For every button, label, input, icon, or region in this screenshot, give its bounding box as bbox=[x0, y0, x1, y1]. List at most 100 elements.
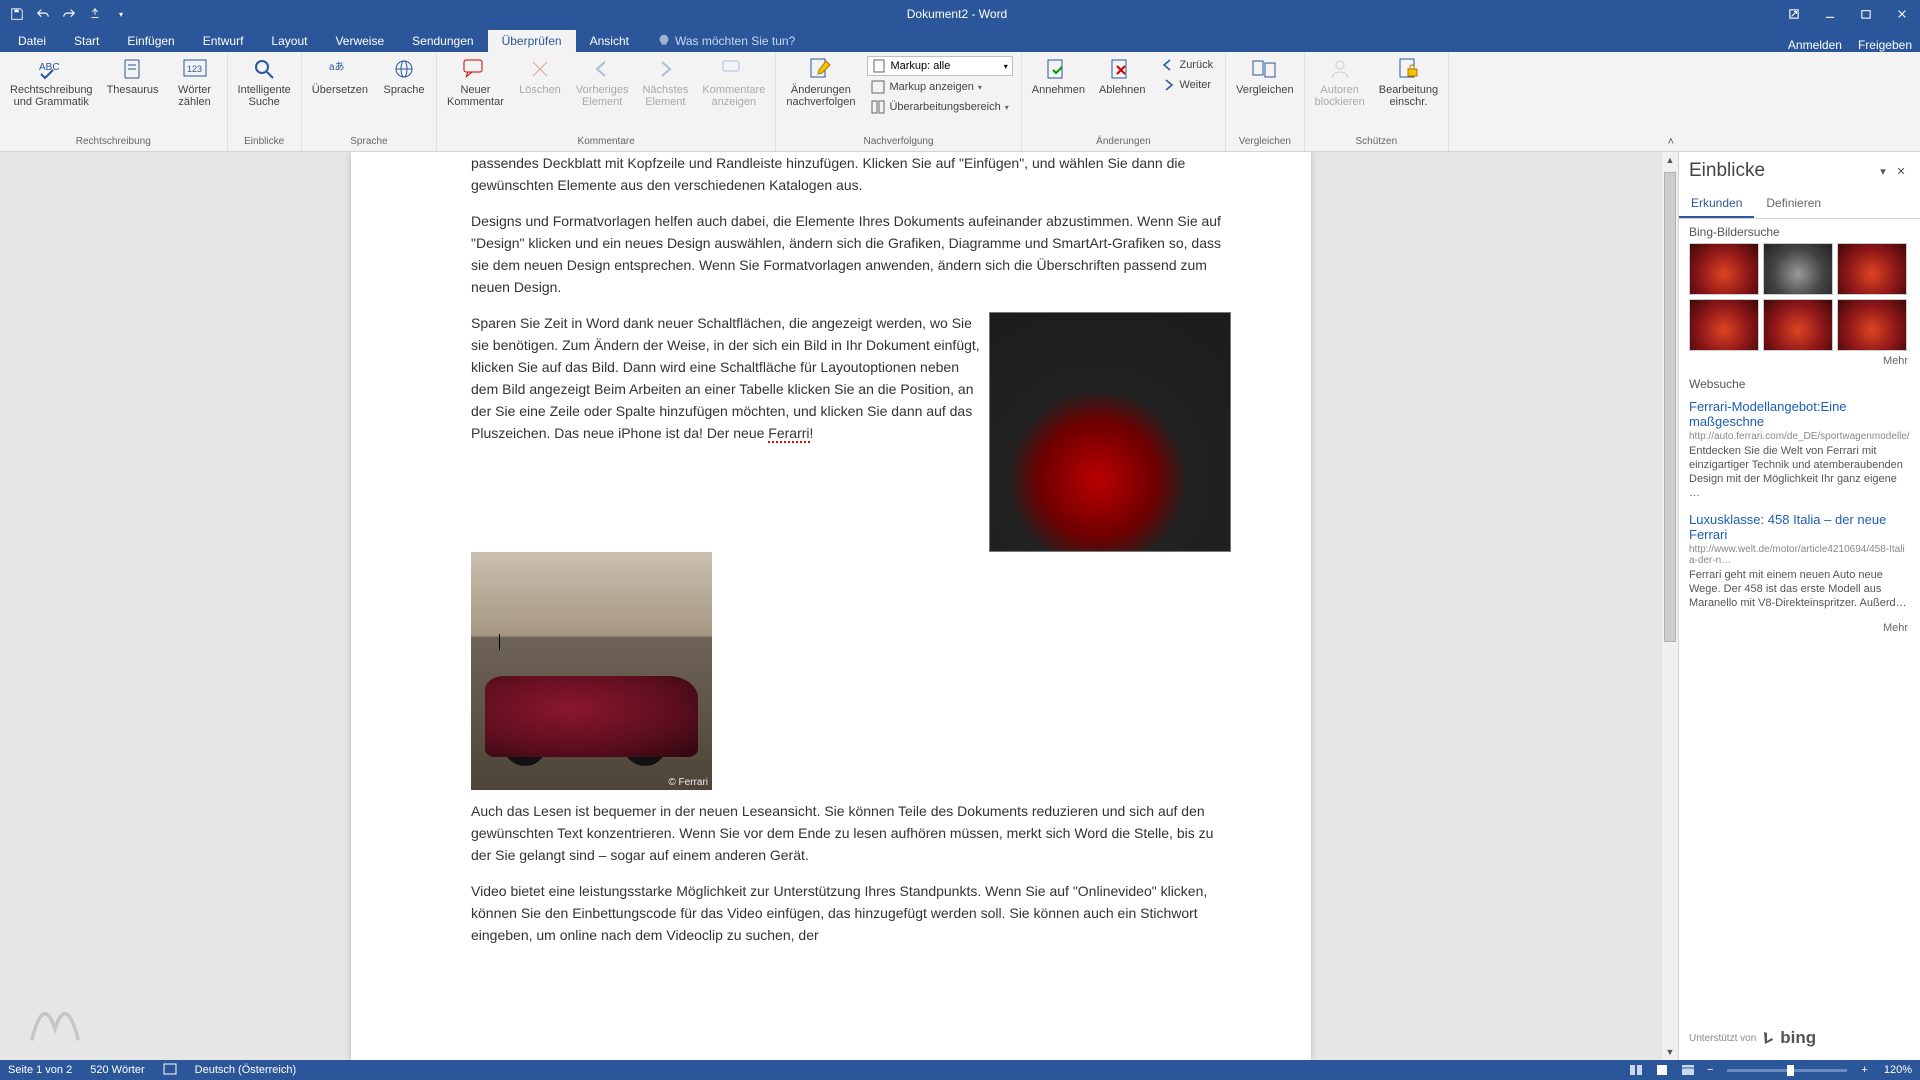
doc-icon bbox=[872, 59, 886, 73]
next-change-button[interactable]: Weiter bbox=[1157, 76, 1217, 94]
status-spellcheck-icon[interactable] bbox=[163, 1063, 177, 1078]
status-word-count[interactable]: 520 Wörter bbox=[90, 1064, 144, 1076]
group-label-rechtschreibung: Rechtschreibung bbox=[76, 135, 151, 149]
language-button[interactable]: Sprache bbox=[376, 54, 432, 98]
tell-me-search[interactable]: Was möchten Sie tun? bbox=[649, 30, 803, 52]
collapse-ribbon-icon[interactable]: ˄ bbox=[1668, 136, 1674, 148]
signin-link[interactable]: Anmelden bbox=[1788, 38, 1842, 52]
insights-pane: Einblicke ▾ ✕ Erkunden Definieren Bing-B… bbox=[1678, 152, 1920, 1060]
tab-entwurf[interactable]: Entwurf bbox=[189, 30, 258, 52]
read-mode-icon[interactable] bbox=[1625, 1061, 1647, 1079]
paragraph[interactable]: Auch das Lesen ist bequemer in der neuen… bbox=[471, 800, 1231, 866]
tab-sendungen[interactable]: Sendungen bbox=[398, 30, 487, 52]
more-web-link[interactable]: Mehr bbox=[1679, 618, 1920, 638]
web-layout-icon[interactable] bbox=[1677, 1061, 1699, 1079]
status-language[interactable]: Deutsch (Österreich) bbox=[195, 1064, 296, 1076]
touch-mode-icon[interactable] bbox=[84, 3, 106, 25]
lightbulb-icon bbox=[657, 34, 671, 48]
pane-close-icon[interactable]: ✕ bbox=[1892, 165, 1910, 178]
bing-logo-text: bing bbox=[1780, 1028, 1816, 1048]
show-comments-button[interactable]: Kommentare anzeigen bbox=[696, 54, 771, 110]
group-label-vergleichen: Vergleichen bbox=[1239, 135, 1291, 149]
web-result-url: http://auto.ferrari.com/de_DE/sportwagen… bbox=[1689, 431, 1910, 442]
display-for-review-dropdown[interactable]: Markup: alle ▾ bbox=[867, 56, 1012, 76]
more-images-link[interactable]: Mehr bbox=[1679, 351, 1920, 371]
print-layout-icon[interactable] bbox=[1651, 1061, 1673, 1079]
status-bar: Seite 1 von 2 520 Wörter Deutsch (Österr… bbox=[0, 1060, 1920, 1080]
zoom-in-icon[interactable]: + bbox=[1857, 1064, 1871, 1076]
insights-tab-define[interactable]: Definieren bbox=[1754, 190, 1833, 218]
spelling-grammar-button[interactable]: ABC Rechtschreibung und Grammatik bbox=[4, 54, 99, 110]
image-result[interactable] bbox=[1837, 243, 1907, 295]
image-result[interactable] bbox=[1763, 243, 1833, 295]
image-result[interactable] bbox=[1763, 299, 1833, 351]
display-for-review-value: Markup: alle bbox=[890, 60, 950, 72]
inline-image-ferrari-showroom[interactable] bbox=[989, 312, 1231, 552]
watermark-logo bbox=[20, 982, 90, 1052]
new-comment-button[interactable]: Neuer Kommentar bbox=[441, 54, 510, 110]
paragraph[interactable]: passendes Deckblatt mit Kopfzeile und Ra… bbox=[471, 152, 1231, 196]
save-icon[interactable] bbox=[6, 3, 28, 25]
scrollbar-thumb[interactable] bbox=[1664, 172, 1676, 642]
minimize-icon[interactable] bbox=[1812, 0, 1848, 28]
tab-layout[interactable]: Layout bbox=[257, 30, 321, 52]
track-changes-button[interactable]: Änderungen nachverfolgen bbox=[780, 54, 861, 110]
image-result[interactable] bbox=[1689, 243, 1759, 295]
image-result[interactable] bbox=[1689, 299, 1759, 351]
window-title: Dokument2 - Word bbox=[138, 7, 1776, 21]
previous-change-button[interactable]: Zurück bbox=[1157, 56, 1217, 74]
insights-tab-explore[interactable]: Erkunden bbox=[1679, 190, 1754, 218]
zoom-slider[interactable] bbox=[1727, 1069, 1847, 1072]
scroll-up-icon[interactable]: ▲ bbox=[1662, 152, 1678, 168]
tab-datei[interactable]: Datei bbox=[4, 30, 60, 52]
ribbon-display-options-icon[interactable] bbox=[1776, 0, 1812, 28]
restrict-editing-button[interactable]: Bearbeitung einschr. bbox=[1373, 54, 1444, 110]
tab-ueberpruefen[interactable]: Überprüfen bbox=[488, 30, 576, 52]
compare-button[interactable]: Vergleichen bbox=[1230, 54, 1300, 98]
tab-start[interactable]: Start bbox=[60, 30, 113, 52]
show-markup-button[interactable]: Markup anzeigen▾ bbox=[867, 78, 1012, 96]
group-label-sprache: Sprache bbox=[350, 135, 387, 149]
scroll-down-icon[interactable]: ▼ bbox=[1662, 1044, 1678, 1060]
maximize-icon[interactable] bbox=[1848, 0, 1884, 28]
image-result[interactable] bbox=[1837, 299, 1907, 351]
zoom-level[interactable]: 120% bbox=[1884, 1064, 1912, 1076]
pane-title: Einblicke bbox=[1689, 160, 1874, 182]
web-result[interactable]: Luxusklasse: 458 Italia – der neue Ferra… bbox=[1679, 508, 1920, 618]
next-comment-button[interactable]: Nächstes Element bbox=[636, 54, 694, 110]
inline-image-ferrari-cabrio[interactable]: © Ferrari bbox=[471, 552, 712, 790]
web-result-url: http://www.welt.de/motor/article4210694/… bbox=[1689, 544, 1910, 566]
redo-icon[interactable] bbox=[58, 3, 80, 25]
tab-ansicht[interactable]: Ansicht bbox=[576, 30, 643, 52]
accept-button[interactable]: Annehmen bbox=[1026, 54, 1091, 98]
smart-lookup-button[interactable]: Intelligente Suche bbox=[232, 54, 297, 110]
web-result[interactable]: Ferrari-Modellangebot:Eine maßgeschne ht… bbox=[1679, 395, 1920, 508]
word-count-button[interactable]: 123 Wörter zählen bbox=[167, 54, 223, 110]
tab-einfuegen[interactable]: Einfügen bbox=[113, 30, 188, 52]
pane-options-icon[interactable]: ▾ bbox=[1874, 165, 1892, 178]
translate-button[interactable]: aあ Übersetzen bbox=[306, 54, 374, 98]
svg-text:123: 123 bbox=[187, 64, 202, 74]
paragraph[interactable]: Designs und Formatvorlagen helfen auch d… bbox=[471, 210, 1231, 298]
group-label-einblicke: Einblicke bbox=[244, 135, 284, 149]
status-page[interactable]: Seite 1 von 2 bbox=[8, 1064, 72, 1076]
block-authors-button[interactable]: Autoren blockieren bbox=[1309, 54, 1371, 110]
reject-button[interactable]: Ablehnen bbox=[1093, 54, 1152, 98]
vertical-scrollbar[interactable]: ▲ ▼ bbox=[1662, 152, 1678, 1060]
tab-verweise[interactable]: Verweise bbox=[321, 30, 398, 52]
undo-icon[interactable] bbox=[32, 3, 54, 25]
zoom-out-icon[interactable]: − bbox=[1703, 1064, 1717, 1076]
document-area[interactable]: passendes Deckblatt mit Kopfzeile und Ra… bbox=[0, 152, 1662, 1060]
thesaurus-button[interactable]: Thesaurus bbox=[101, 54, 165, 98]
prev-comment-button[interactable]: Vorheriges Element bbox=[570, 54, 635, 110]
close-icon[interactable] bbox=[1884, 0, 1920, 28]
text-cursor bbox=[499, 634, 500, 650]
delete-comment-button[interactable]: Löschen bbox=[512, 54, 568, 98]
tell-me-placeholder: Was möchten Sie tun? bbox=[675, 34, 795, 48]
qat-customize-icon[interactable]: ▾ bbox=[110, 3, 132, 25]
web-result-desc: Ferrari geht mit einem neuen Auto neue W… bbox=[1689, 568, 1910, 610]
share-button[interactable]: Freigeben bbox=[1858, 38, 1912, 52]
spelling-error[interactable]: Ferarri bbox=[768, 425, 809, 443]
paragraph[interactable]: Video bietet eine leistungsstarke Möglic… bbox=[471, 880, 1231, 946]
reviewing-pane-button[interactable]: Überarbeitungsbereich▾ bbox=[867, 98, 1012, 116]
